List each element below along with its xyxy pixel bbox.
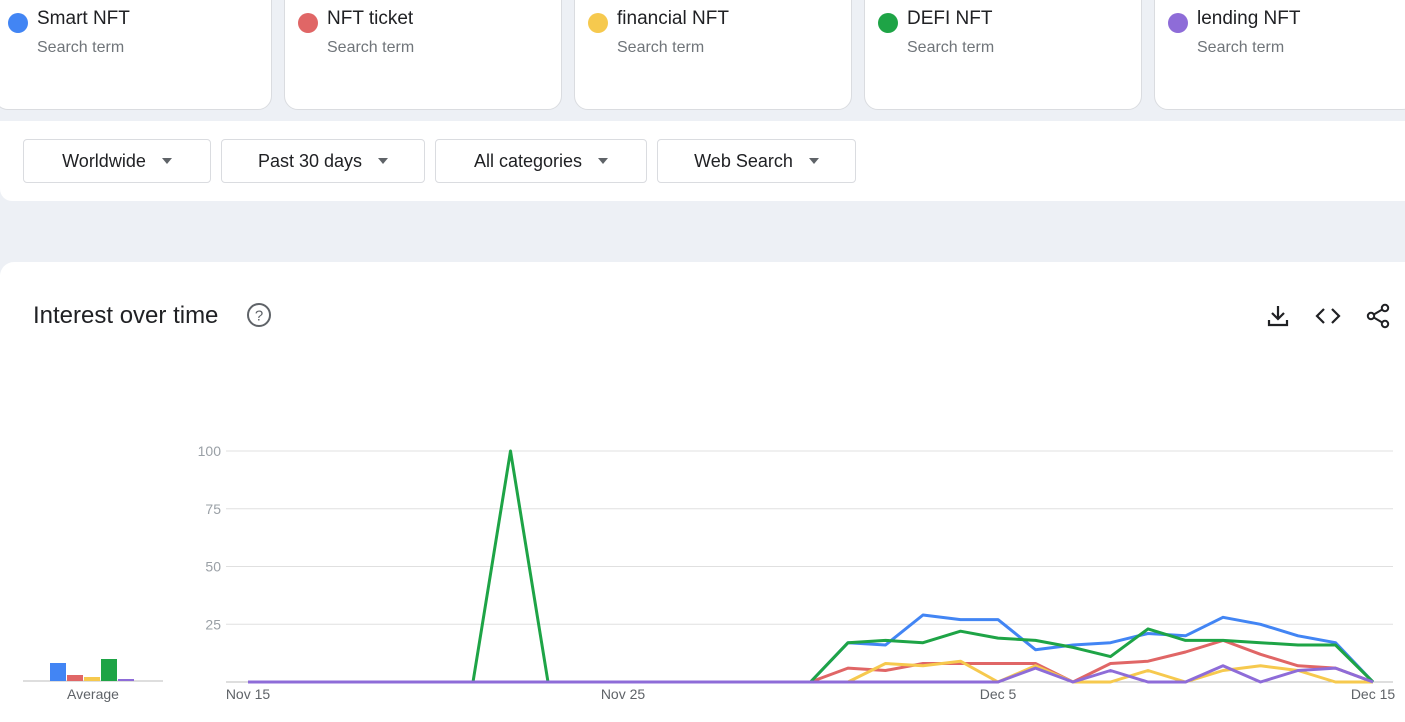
average-bar-financial-nft[interactable] xyxy=(84,677,100,681)
y-tick-label: 100 xyxy=(198,443,222,459)
x-tick-label: Dec 5 xyxy=(980,686,1017,702)
x-tick-label: Nov 15 xyxy=(226,686,271,702)
x-axis-ticks: Nov 15 Nov 25 Dec 5 Dec 15 xyxy=(226,686,1396,702)
chart-gridlines: 100 75 50 25 xyxy=(198,443,1393,683)
series-line-lending-nft[interactable] xyxy=(248,664,1374,684)
average-bar-smart-nft[interactable] xyxy=(50,663,66,681)
average-bars xyxy=(23,659,163,682)
x-tick-label: Nov 25 xyxy=(601,686,646,702)
average-bar-nft-ticket[interactable] xyxy=(67,675,83,681)
interest-chart: 100 75 50 25 Nov 15 Nov 25 Dec 5 Dec 15 Averag… xyxy=(23,443,1396,702)
average-bar-defi-nft[interactable] xyxy=(101,659,117,681)
series-line-financial-nft[interactable] xyxy=(248,659,1373,684)
series-line-smart-nft[interactable] xyxy=(248,613,1375,684)
average-label: Average xyxy=(67,686,119,702)
x-tick-label: Dec 15 xyxy=(1351,686,1396,702)
y-tick-label: 25 xyxy=(205,616,221,632)
average-bar-lending-nft[interactable] xyxy=(118,679,134,681)
y-tick-label: 75 xyxy=(205,501,221,517)
y-tick-label: 50 xyxy=(205,559,221,575)
